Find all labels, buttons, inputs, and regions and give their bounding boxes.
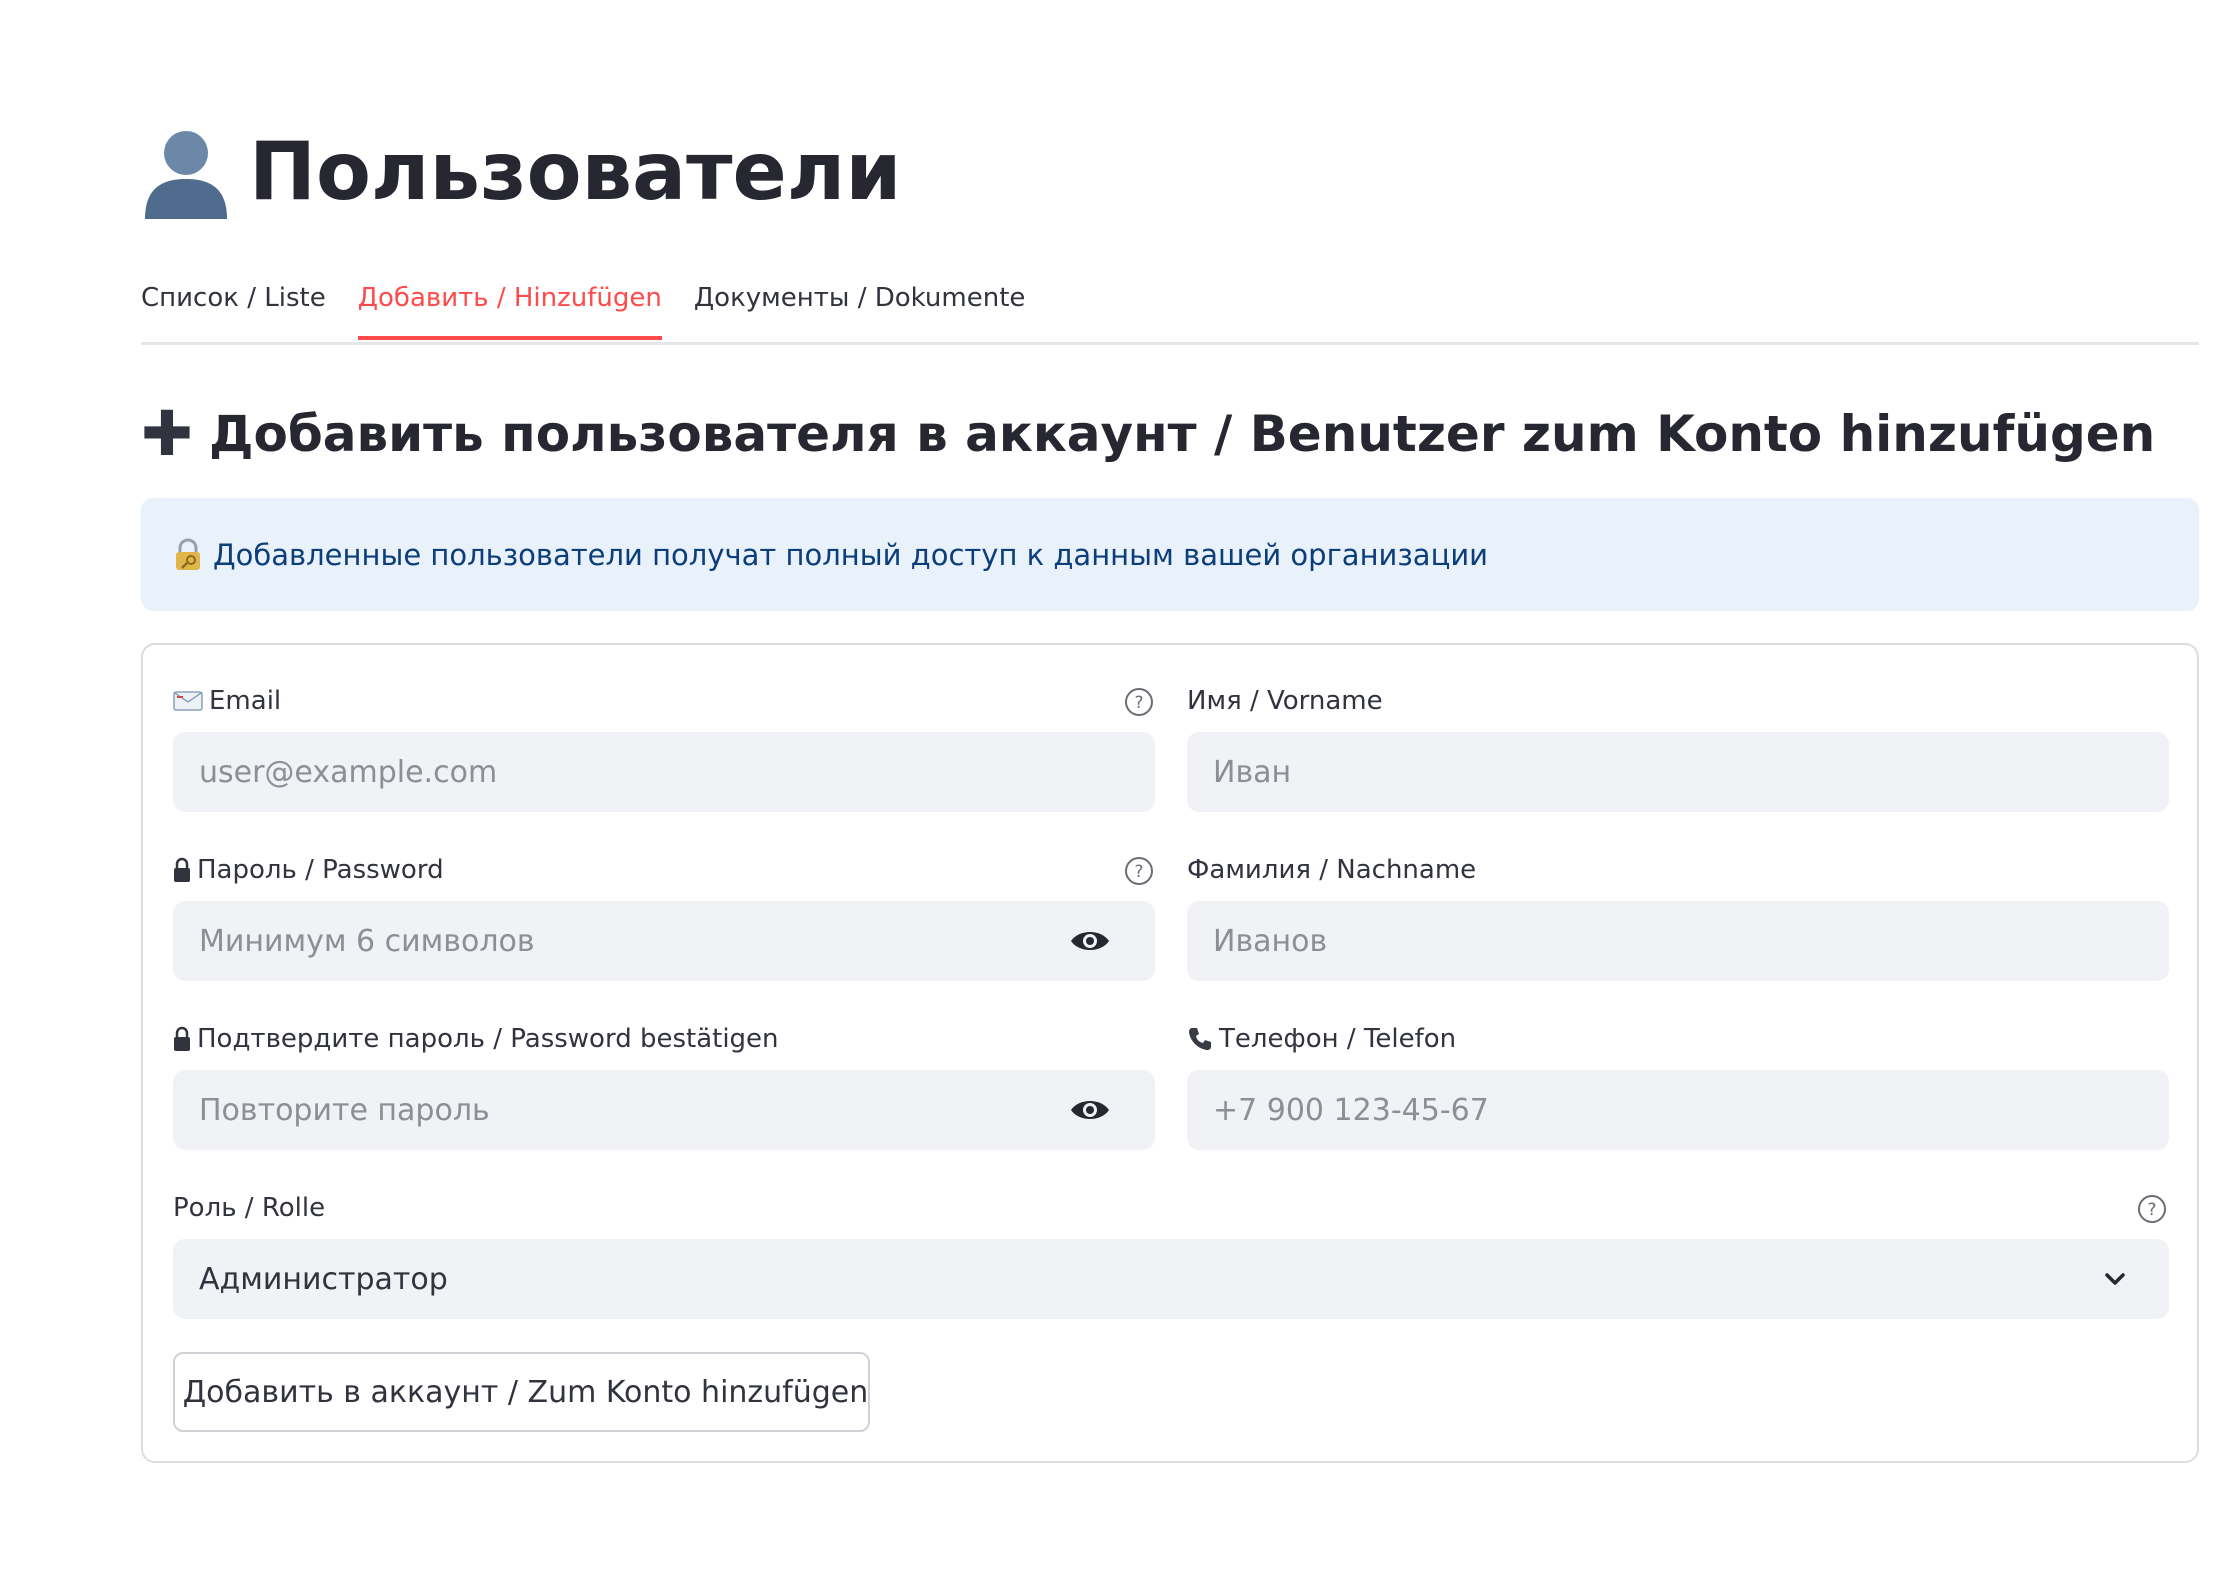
lock-icon xyxy=(174,1026,190,1051)
first-name-placeholder: Иван xyxy=(1213,754,1292,790)
svg-text:?: ? xyxy=(2147,1200,2156,1220)
first-name-label-text: Имя / Vorname xyxy=(1187,686,1383,716)
envelope-icon xyxy=(173,691,203,711)
role-label: Роль / Rolle xyxy=(173,1190,325,1226)
chevron-down-icon xyxy=(2105,1273,2125,1285)
confirm-password-input[interactable]: Повторите пароль xyxy=(173,1070,1155,1150)
role-label-text: Роль / Rolle xyxy=(173,1193,326,1223)
info-text: Добавленные пользователи получат полный … xyxy=(213,537,1489,572)
show-password-eye-icon[interactable] xyxy=(1069,927,1111,955)
last-name-label: Фамилия / Nachname xyxy=(1187,852,1476,888)
first-name-input[interactable]: Иван xyxy=(1187,732,2169,812)
plus-icon: ✚ xyxy=(141,397,193,470)
page-title: Пользователи xyxy=(141,116,901,226)
section-title-text: Добавить пользователя в аккаунт / Benutz… xyxy=(208,405,2156,463)
tab-bar: Список / Liste Добавить / Hinzufügen Док… xyxy=(141,268,2199,345)
role-selected-value: Администратор xyxy=(199,1261,448,1297)
phone-input[interactable]: +7 900 123-45-67 xyxy=(1187,1070,2169,1150)
password-label-text: Пароль / Password xyxy=(197,855,444,885)
add-to-account-button-label: Добавить в аккаунт / Zum Konto hinzufüge… xyxy=(182,1374,869,1410)
phone-label-text: Телефон / Telefon xyxy=(1219,1024,1457,1054)
password-placeholder: Минимум 6 символов xyxy=(199,923,535,959)
info-alert: Добавленные пользователи получат полный … xyxy=(141,498,2199,611)
password-input[interactable]: Минимум 6 символов xyxy=(173,901,1155,981)
email-label: Email xyxy=(173,683,281,719)
email-label-text: Email xyxy=(209,686,282,716)
email-placeholder: user@example.com xyxy=(199,754,498,790)
phone-label: Телефон / Telefon xyxy=(1187,1021,1456,1057)
add-to-account-button[interactable]: Добавить в аккаунт / Zum Konto hinzufüge… xyxy=(173,1352,870,1432)
show-confirm-password-eye-icon[interactable] xyxy=(1069,1096,1111,1124)
email-help-icon[interactable]: ? xyxy=(1124,687,1154,717)
page-title-text: Пользователи xyxy=(249,124,902,218)
svg-text:?: ? xyxy=(1134,693,1143,713)
section-title: ✚ Добавить пользователя в аккаунт / Benu… xyxy=(141,394,2155,474)
email-input[interactable]: user@example.com xyxy=(173,732,1155,812)
confirm-password-label-text: Подтвердите пароль / Password bestätigen xyxy=(197,1024,779,1054)
phone-placeholder: +7 900 123-45-67 xyxy=(1213,1092,1489,1128)
last-name-placeholder: Иванов xyxy=(1213,923,1328,959)
tab-add[interactable]: Добавить / Hinzufügen xyxy=(357,268,662,340)
tab-documents[interactable]: Документы / Dokumente xyxy=(694,268,1026,340)
lock-key-icon xyxy=(176,538,200,570)
first-name-label: Имя / Vorname xyxy=(1187,683,1383,719)
role-help-icon[interactable]: ? xyxy=(2137,1194,2167,1224)
confirm-password-label: Подтвердите пароль / Password bestätigen xyxy=(173,1021,779,1057)
add-user-form: Email ? user@example.com Имя / Vorname И… xyxy=(141,643,2199,1463)
last-name-input[interactable]: Иванов xyxy=(1187,901,2169,981)
last-name-label-text: Фамилия / Nachname xyxy=(1187,855,1477,885)
user-silhouette-icon xyxy=(145,131,227,219)
lock-icon xyxy=(174,857,190,882)
password-label: Пароль / Password xyxy=(173,852,444,888)
password-help-icon[interactable]: ? xyxy=(1124,856,1154,886)
role-select[interactable]: Администратор xyxy=(173,1239,2169,1319)
phone-icon xyxy=(1189,1028,1211,1050)
svg-text:?: ? xyxy=(1134,862,1143,882)
confirm-password-placeholder: Повторите пароль xyxy=(199,1092,490,1128)
tab-list[interactable]: Список / Liste xyxy=(141,268,326,340)
